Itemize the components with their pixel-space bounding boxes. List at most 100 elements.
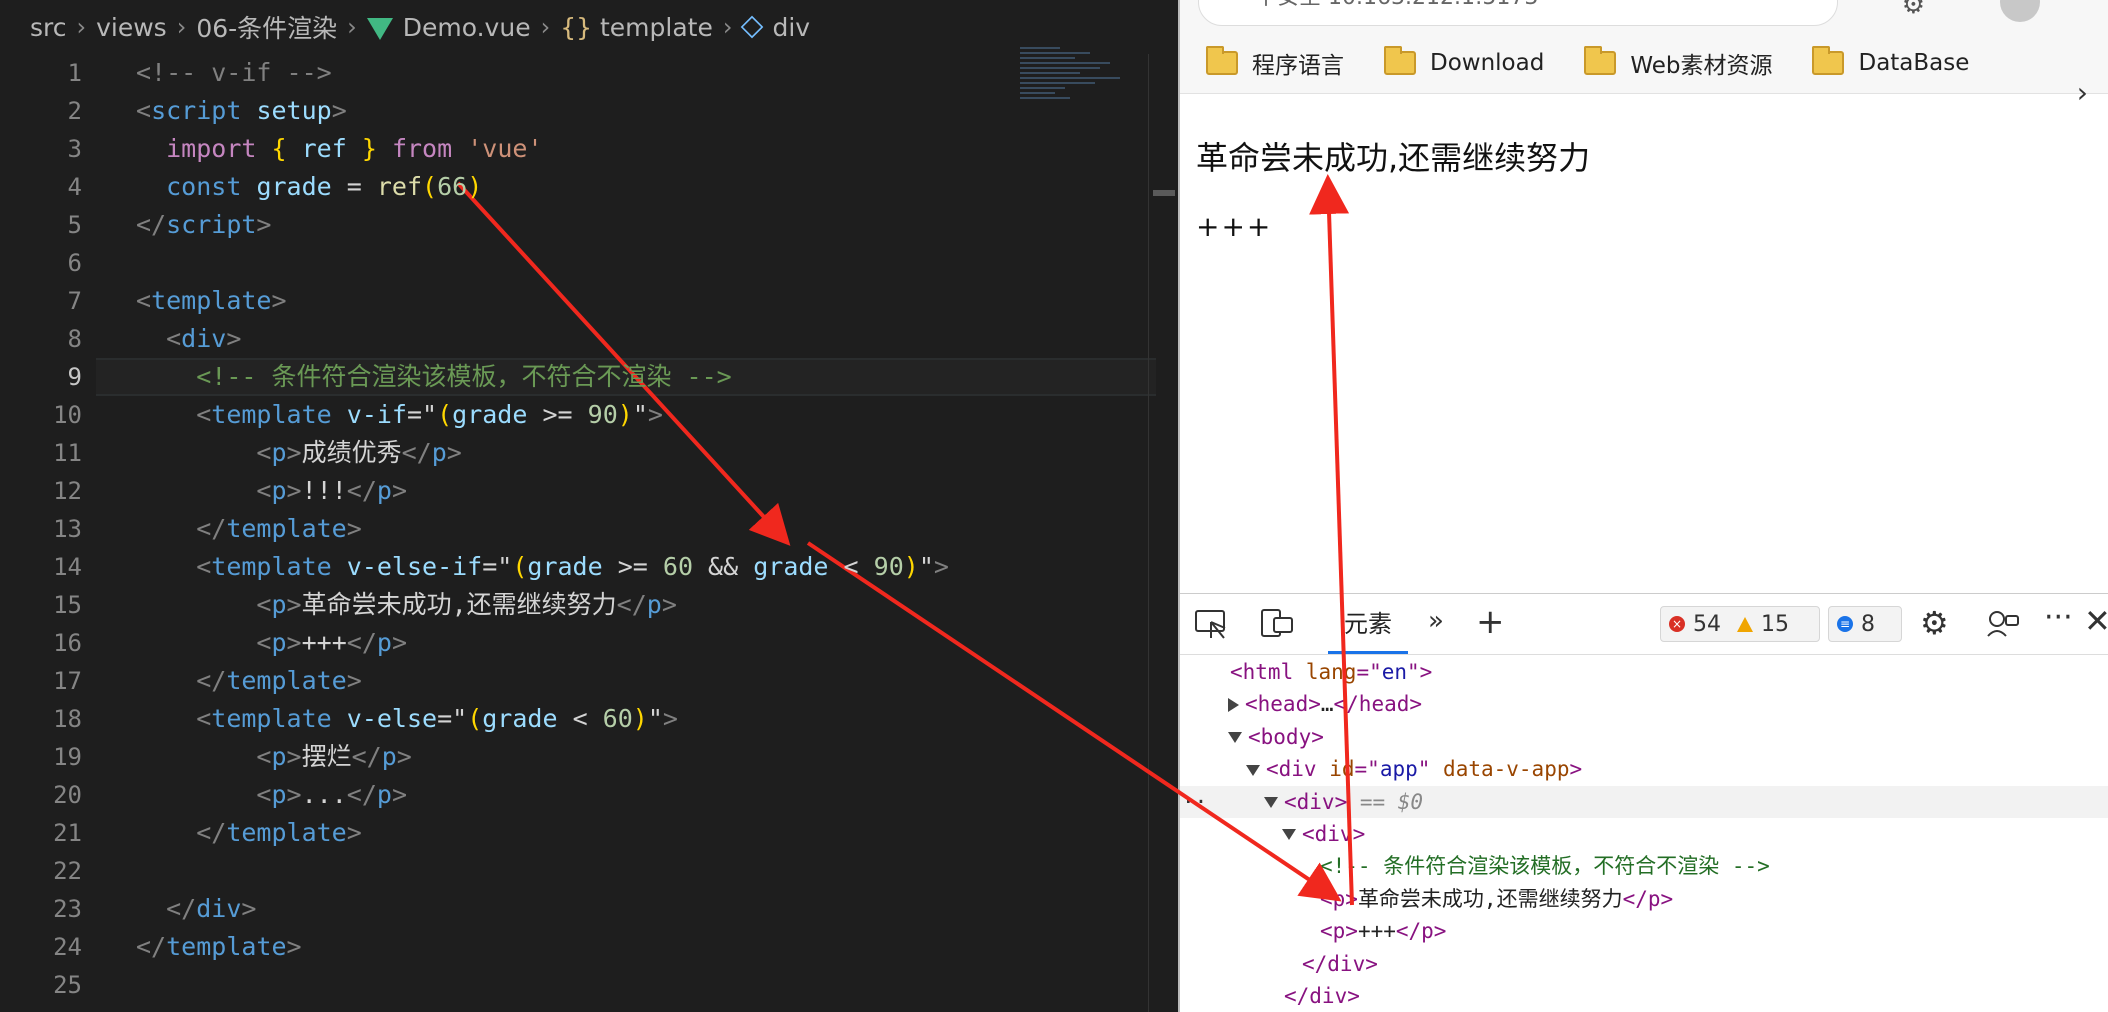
chevron-right-icon: › [722, 13, 733, 41]
code-token: template [226, 514, 347, 543]
inspect-icon[interactable] [1194, 608, 1228, 640]
code-token: > [391, 628, 407, 657]
code-token: </ [346, 628, 377, 657]
breadcrumb-folder[interactable]: 06-条件渲染 [196, 9, 337, 45]
code-token: > [933, 552, 949, 581]
messages-badge[interactable]: ≡ 8 [1828, 606, 1902, 642]
code-line[interactable]: </template> [136, 928, 1016, 966]
more-tabs-icon[interactable]: » [1428, 606, 1444, 638]
dom-token: +++ [1357, 919, 1396, 944]
dom-node[interactable]: <html lang="en"> [1180, 656, 2108, 688]
dom-token: "> [1407, 660, 1433, 684]
extensions-icon[interactable]: ⚙ [1902, 0, 1925, 20]
bookmark-folder[interactable]: Download [1384, 45, 1544, 76]
dom-node[interactable]: <head>…</head> [1180, 688, 2108, 720]
dom-node[interactable]: <body> [1180, 721, 2108, 753]
more-options-icon[interactable]: ··· [2044, 600, 2073, 635]
code-line[interactable]: <template v-else="(grade < 60)"> [136, 700, 1016, 738]
code-line[interactable]: <p>!!!</p> [136, 472, 1016, 510]
address-input[interactable]: 不安全 10.163.212.1:5173 [1198, 0, 1838, 26]
dom-node[interactable]: <p>+++</p> [1180, 915, 2108, 947]
code-line[interactable] [136, 244, 1016, 282]
dom-node[interactable]: </div> [1180, 948, 2108, 980]
message-icon: ≡ [1837, 616, 1853, 632]
settings-icon[interactable]: ⚙ [1920, 604, 1949, 642]
bookmark-folder[interactable]: Web素材资源 [1584, 45, 1772, 80]
breadcrumb-template[interactable]: template [600, 13, 713, 42]
code-token: template [226, 818, 347, 847]
code-token: ) [617, 400, 633, 429]
customize-icon[interactable] [1986, 608, 2020, 640]
code-line[interactable]: </script> [136, 206, 1016, 244]
dom-token: </p> [1622, 886, 1674, 911]
code-line[interactable]: <p>革命尝未成功,还需继续努力</p> [136, 586, 1016, 624]
code-area[interactable]: <!-- v-if --> <script setup> import { ref… [96, 54, 1156, 1004]
line-number: 5 [67, 211, 82, 239]
code-line[interactable]: </template> [136, 814, 1016, 852]
code-line[interactable]: <p>摆烂</p> [136, 738, 1016, 776]
dom-node[interactable]: <div id="app" data-v-app> [1180, 753, 2108, 785]
expand-arrow-icon[interactable] [1282, 829, 1296, 841]
dom-node[interactable]: <!-- 条件符合渲染该模板，不符合不渲染 --> [1180, 850, 2108, 882]
code-editor[interactable]: src › views › 06-条件渲染 › Demo.vue › {} te… [0, 0, 1176, 1012]
dom-token: <body> [1248, 724, 1324, 749]
code-token: 革命尝未成功,还需继续努力 [301, 590, 617, 619]
expand-arrow-icon[interactable] [1228, 732, 1242, 744]
breadcrumb-file[interactable]: Demo.vue [403, 13, 531, 42]
dom-token: =" [1356, 660, 1382, 684]
code-line[interactable] [136, 966, 1016, 1004]
code-line[interactable]: <p>成绩优秀</p> [136, 434, 1016, 472]
dom-node[interactable]: </div> [1180, 980, 2108, 1012]
minimap[interactable] [1020, 44, 1145, 164]
code-line[interactable]: import { ref } from 'vue' [136, 130, 1016, 168]
code-token: > [661, 590, 677, 619]
dom-node[interactable]: ·· <div> == $0 [1180, 785, 2108, 818]
breadcrumb-views[interactable]: views [96, 13, 167, 42]
code-token: grade [753, 552, 829, 581]
editor-scrollbar[interactable] [1148, 54, 1176, 1012]
dom-node[interactable]: <div> [1180, 818, 2108, 850]
breadcrumb-div[interactable]: div [772, 13, 810, 42]
dom-tree[interactable]: <html lang="en"> <head>…</head> <body> <div… [1180, 656, 2108, 1012]
code-token: ref [376, 172, 423, 201]
code-line[interactable] [136, 852, 1016, 890]
expand-arrow-icon[interactable] [1246, 764, 1260, 776]
code-line[interactable]: <p>...</p> [136, 776, 1016, 814]
issues-badge[interactable]: × 54 15 [1660, 606, 1820, 642]
expand-arrow-icon[interactable] [1264, 797, 1278, 809]
tab-elements[interactable]: 元素 [1328, 594, 1408, 654]
collapse-arrow-icon[interactable] [1228, 698, 1239, 713]
line-number: 13 [53, 515, 82, 543]
bookmark-folder[interactable]: DataBase [1812, 45, 1969, 76]
code-line[interactable]: <div> [136, 320, 1016, 358]
device-toggle-icon[interactable] [1260, 608, 1294, 640]
code-line[interactable]: <template> [136, 282, 1016, 320]
bookmark-folder[interactable]: 程序语言 [1206, 45, 1344, 80]
code-line[interactable]: const grade = ref(66) [136, 168, 1016, 206]
code-line[interactable]: <!-- 条件符合渲染该模板，不符合不渲染 --> [96, 358, 1156, 396]
scrollbar-thumb[interactable] [1153, 190, 1175, 196]
code-line[interactable]: <p>+++</p> [136, 624, 1016, 662]
address-bar-area: 不安全 10.163.212.1:5173 ⚙ [1180, 0, 2108, 32]
code-token: p [271, 742, 287, 771]
profile-avatar[interactable] [2000, 0, 2040, 22]
code-line[interactable]: </template> [136, 510, 1016, 548]
line-number: 18 [53, 705, 82, 733]
code-line[interactable]: <script setup> [136, 92, 1016, 130]
code-line[interactable]: <!-- v-if --> [136, 54, 1016, 92]
code-line[interactable]: </template> [136, 662, 1016, 700]
code-line[interactable]: </div> [136, 890, 1016, 928]
add-tab-icon[interactable]: + [1476, 602, 1505, 642]
close-icon[interactable]: ✕ [2084, 602, 2108, 640]
code-line[interactable]: <template v-else-if="(grade >= 60 && gra… [136, 548, 1016, 586]
dom-node[interactable]: <p>革命尝未成功,还需继续努力</p> [1180, 883, 2108, 915]
code-token: && [693, 552, 754, 581]
breadcrumb-src[interactable]: src [30, 13, 67, 42]
line-number: 22 [53, 857, 82, 885]
line-number: 8 [67, 325, 82, 353]
code-line[interactable]: <template v-if="(grade >= 90)"> [136, 396, 1016, 434]
